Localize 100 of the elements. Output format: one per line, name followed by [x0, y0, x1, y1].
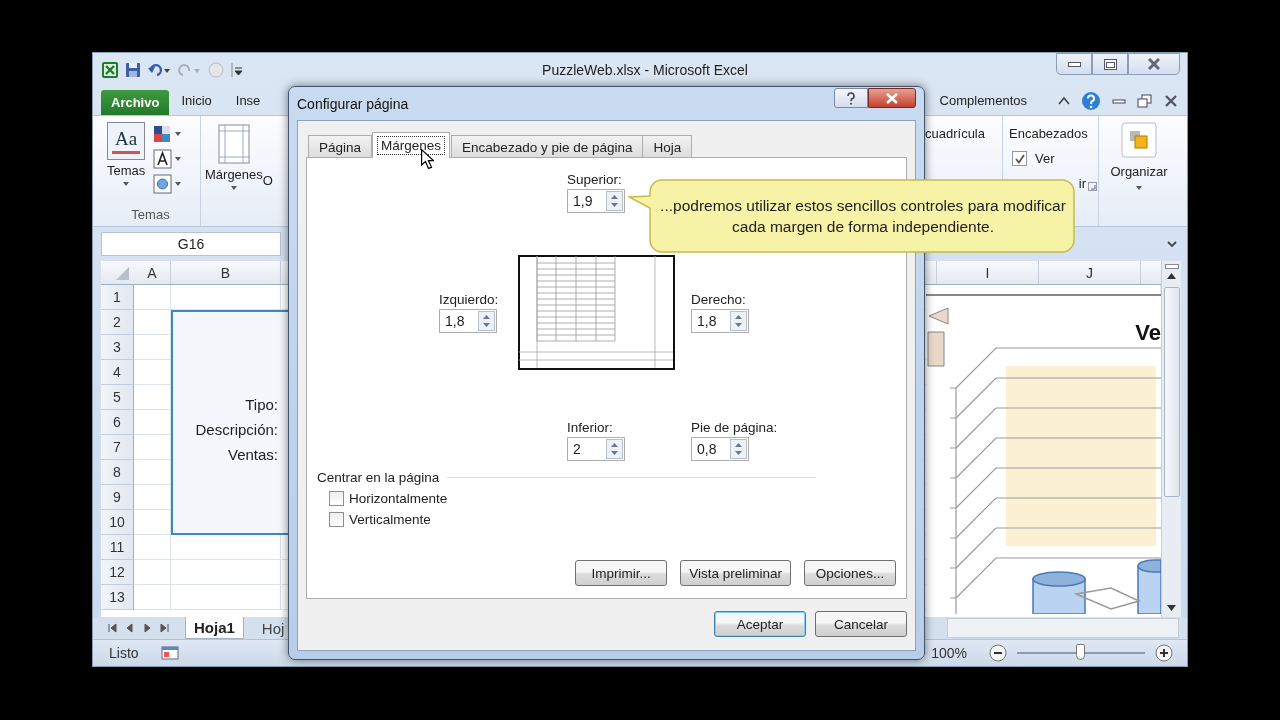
spinner-arrows-icon[interactable]	[730, 311, 747, 331]
row-header[interactable]: 3	[101, 335, 134, 360]
sheet-tab[interactable]: Hoja1	[185, 617, 244, 639]
close-button[interactable]	[1128, 53, 1180, 75]
ribbon-tab[interactable]: Inicio	[169, 89, 224, 113]
column-header[interactable]: I	[936, 261, 1039, 284]
callout-text: ...podremos utilizar estos sencillos controles para modificar cada margen de forma independiente.	[659, 196, 1067, 237]
zoom-slider-thumb[interactable]	[1076, 644, 1085, 660]
row-header[interactable]: 5	[101, 385, 134, 410]
arrange-button[interactable]: Organizar	[1108, 120, 1170, 193]
minimize-button[interactable]	[1056, 53, 1092, 75]
row-header[interactable]: 7	[101, 435, 134, 460]
margins-button[interactable]: Márgenes	[205, 122, 263, 193]
checkbox[interactable]	[329, 512, 344, 527]
number-spinner[interactable]: 0,8	[691, 437, 749, 461]
checkbox-label: Verticalmente	[349, 512, 431, 527]
number-spinner[interactable]: 2	[567, 437, 625, 461]
number-spinner[interactable]: 1,8	[439, 309, 497, 333]
dialog-button[interactable]: Vista preliminar	[680, 560, 791, 586]
dialog-button[interactable]: Imprimir...	[575, 560, 668, 586]
maximize-icon	[1103, 58, 1117, 70]
maximize-button[interactable]	[1092, 53, 1128, 75]
redo-icon[interactable]	[177, 62, 201, 78]
row-header[interactable]: 13	[101, 585, 134, 610]
horizontal-scrollbar[interactable]	[947, 618, 1179, 638]
launcher-icon[interactable]	[1088, 182, 1097, 191]
zoom-in-icon[interactable]	[1155, 644, 1173, 662]
margins-icon	[217, 124, 250, 164]
dialog-title: Configurar página	[297, 95, 409, 112]
tab[interactable]: Hoja	[642, 135, 693, 158]
dialog-button[interactable]: Opciones...	[804, 560, 896, 586]
close-icon	[886, 92, 898, 104]
tab[interactable]: Página	[308, 135, 373, 158]
vertical-scrollbar[interactable]	[1161, 261, 1181, 617]
effects-icon[interactable]	[153, 174, 184, 194]
tab[interactable]: Encabezado y pie de página	[451, 135, 644, 158]
dialog-button[interactable]: Cancelar	[815, 611, 907, 637]
help-icon	[847, 91, 855, 105]
grid-cell[interactable]	[171, 585, 281, 610]
field-label: Izquierdo:	[439, 292, 500, 307]
checkbox[interactable]	[1012, 151, 1027, 166]
themes-button[interactable]: Aa Temas	[105, 120, 148, 194]
grid-cell[interactable]	[134, 560, 171, 585]
number-spinner[interactable]: 1,8	[691, 309, 749, 333]
row-header[interactable]: 4	[101, 360, 134, 385]
save-icon[interactable]	[125, 62, 141, 78]
field-label: Inferior:	[567, 420, 614, 435]
ribbon-label: cuadrícula	[925, 126, 986, 141]
themes-icon: Aa	[107, 122, 146, 160]
tab[interactable]: Márgenes	[372, 132, 451, 158]
grid-cell[interactable]	[171, 560, 281, 585]
group-title: Encabezados	[1009, 126, 1089, 141]
row-header[interactable]: 12	[101, 560, 134, 585]
file-tab[interactable]: Archivo	[101, 90, 170, 116]
ribbon-tab[interactable]: Inse	[223, 89, 273, 113]
row-header[interactable]: 8	[101, 460, 134, 485]
undo-icon[interactable]	[147, 62, 171, 78]
column-header[interactable]: J	[1039, 261, 1141, 284]
zoom-out-icon[interactable]	[989, 644, 1007, 662]
spinner-arrows-icon[interactable]	[606, 439, 623, 459]
row-header[interactable]: 1	[101, 285, 134, 310]
row-header[interactable]: 10	[101, 510, 134, 535]
column-header[interactable]: B	[171, 261, 281, 284]
section-title: Centrar en la página	[317, 470, 440, 485]
row-header[interactable]: 2	[101, 310, 134, 335]
column-header[interactable]: A	[134, 261, 171, 284]
arrange-icon	[1121, 122, 1157, 158]
close-icon	[1148, 58, 1160, 70]
field-label: Superior:	[567, 172, 623, 187]
window-title: PuzzleWeb.xlsx - Microsoft Excel	[541, 62, 748, 78]
split-handle-icon	[1164, 264, 1179, 269]
row-header[interactable]: 9	[101, 485, 134, 510]
macro-icon[interactable]	[160, 645, 179, 661]
close-icon[interactable]	[1163, 94, 1179, 108]
close-button[interactable]	[868, 88, 916, 108]
grid-cell[interactable]	[134, 535, 171, 560]
checkbox[interactable]	[329, 491, 344, 506]
row-header[interactable]: 6	[101, 410, 134, 435]
ribbon-label: ir	[1078, 176, 1086, 191]
spinner-arrows-icon[interactable]	[606, 191, 623, 211]
row-header[interactable]: 11	[101, 535, 134, 560]
number-spinner[interactable]: 1,9	[567, 189, 625, 213]
ribbon-tab[interactable]: Complementos	[927, 89, 1039, 113]
colors-icon[interactable]	[153, 124, 184, 144]
app-icon[interactable]	[101, 61, 119, 79]
name-box[interactable]: G16	[101, 232, 281, 256]
help-icon[interactable]	[1081, 91, 1101, 111]
customize-icon[interactable]	[231, 62, 243, 78]
fonts-icon[interactable]	[153, 149, 184, 169]
grid-cell[interactable]	[134, 585, 171, 610]
zoom-level: 100%	[931, 645, 967, 661]
spinner-arrows-icon[interactable]	[730, 439, 747, 459]
grid-cell[interactable]	[134, 285, 171, 310]
dialog-button[interactable]: Aceptar	[714, 611, 806, 637]
spinner-arrows-icon[interactable]	[478, 311, 495, 331]
help-button[interactable]	[834, 88, 868, 108]
sheet-tab[interactable]: Hoj	[253, 617, 293, 639]
restore-icon[interactable]	[1137, 94, 1153, 108]
scroll-thumb[interactable]	[1163, 287, 1180, 497]
caret-icon	[1135, 185, 1143, 191]
